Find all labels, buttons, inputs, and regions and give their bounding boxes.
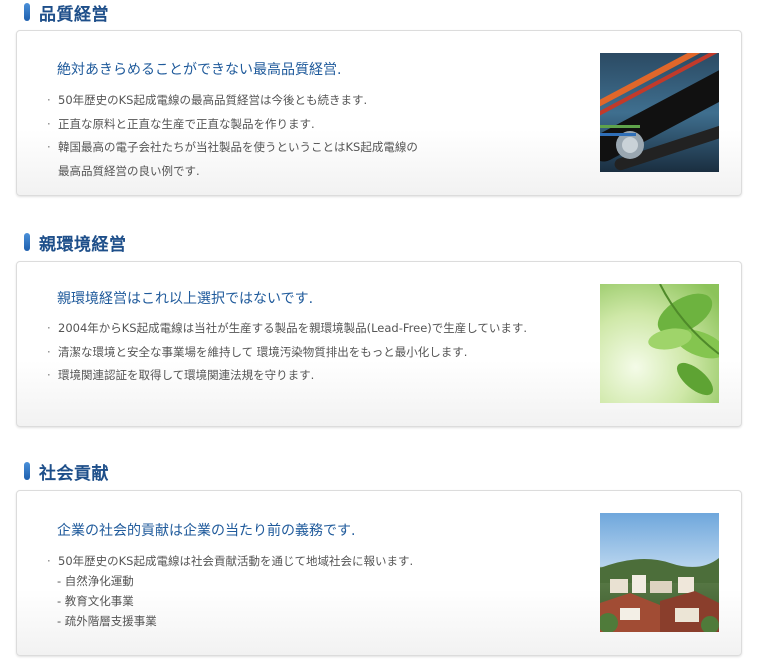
section-title: 社会貢献 (39, 463, 109, 484)
section-box: 企業の社会的貢献は企業の当たり前の義務です. 50年歴史のKS起成電線は社会貢献… (16, 490, 742, 656)
section-list: 2004年からKS起成電線は当社が生産する製品を親環境製品(Lead-Free)… (47, 317, 527, 388)
cable-photo (600, 53, 719, 172)
section-box: 絶対あきらめることができない最高品質経営. 50年歴史のKS起成電線の最高品質経… (16, 30, 742, 196)
heading-bullet-icon (24, 3, 30, 21)
section-list: 50年歴史のKS起成電線の最高品質経営は今後とも続きます. 正直な原料と正直な生… (47, 89, 418, 183)
section-lead: 絶対あきらめることができない最高品質経営. (57, 62, 342, 78)
section-title: 親環境経営 (39, 234, 127, 255)
list-item: 2004年からKS起成電線は当社が生産する製品を親環境製品(Lead-Free)… (47, 317, 527, 341)
section-heading: 品質経営 (24, 0, 109, 25)
town-photo (600, 513, 719, 632)
list-item: 最高品質経営の良い例です. (58, 163, 200, 178)
section-heading: 社会貢献 (24, 459, 109, 484)
section-lead: 企業の社会的貢献は企業の当たり前の義務です. (57, 523, 356, 539)
section-title: 品質経営 (39, 4, 109, 25)
section-heading: 親環境経営 (24, 230, 127, 255)
list-item: 正直な原料と正直な生産で正直な製品を作ります. (47, 113, 418, 137)
section-lead: 親環境経営はこれ以上選択ではないです. (57, 291, 314, 307)
list-item: - 疏外階層支援事業 (57, 614, 157, 628)
green-leaves-photo (600, 284, 719, 403)
list-item: 環境関連認証を取得して環境関連法規を守ります. (47, 364, 527, 388)
list-item: 韓国最高の電子会社たちが当社製品を使うということはKS起成電線の (47, 136, 418, 160)
section-list: 50年歴史のKS起成電線は社会貢献活動を通じて地域社会に報います. - 自然浄化… (47, 551, 413, 631)
list-item: 清潔な環境と安全な事業場を維持して 環境汚染物質排出をもっと最小化します. (47, 341, 527, 365)
list-item: 50年歴史のKS起成電線の最高品質経営は今後とも続きます. (47, 89, 418, 113)
heading-bullet-icon (24, 462, 30, 480)
list-item: 50年歴史のKS起成電線は社会貢献活動を通じて地域社会に報います. (47, 551, 413, 571)
list-item: - 教育文化事業 (57, 594, 134, 608)
section-box: 親環境経営はこれ以上選択ではないです. 2004年からKS起成電線は当社が生産す… (16, 261, 742, 427)
list-item: - 自然浄化運動 (57, 574, 134, 588)
heading-bullet-icon (24, 233, 30, 251)
